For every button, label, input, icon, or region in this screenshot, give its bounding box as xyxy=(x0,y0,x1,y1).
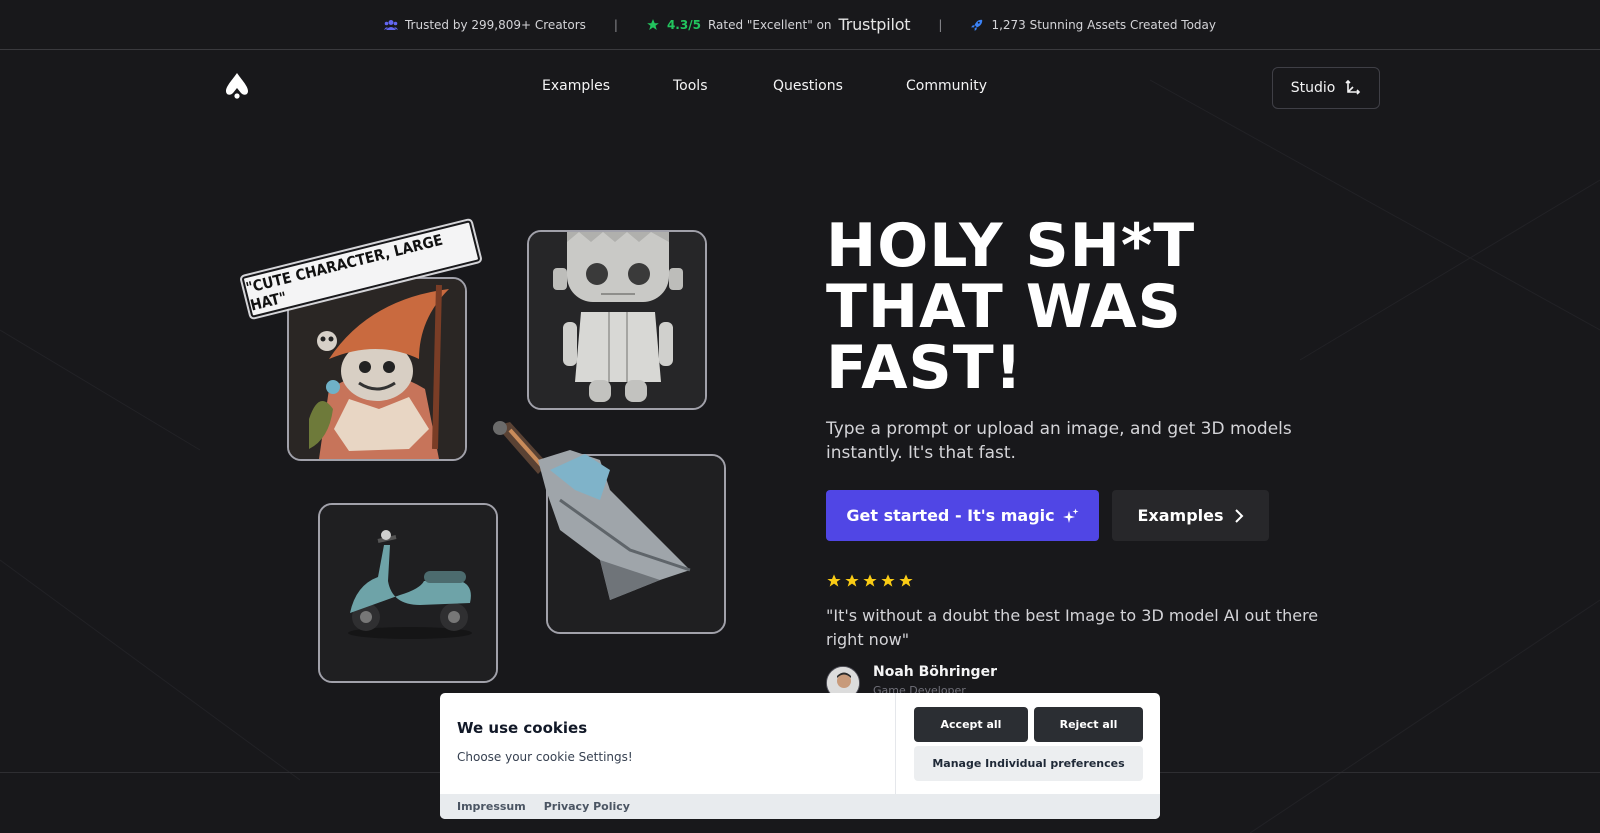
hero-subtitle: Type a prompt or upload an image, and ge… xyxy=(826,419,1292,463)
reject-all-button[interactable]: Reject all xyxy=(1034,707,1143,742)
studio-label: Studio xyxy=(1290,80,1336,96)
accept-all-button[interactable]: Accept all xyxy=(914,707,1028,742)
nav-item-community[interactable]: Community xyxy=(906,78,987,94)
star-icon xyxy=(863,574,877,587)
rating-text: Rated "Excellent" on xyxy=(707,17,832,32)
creators-count: Trusted by 299,809+ Creators xyxy=(383,17,586,32)
chevron-right-icon xyxy=(1234,508,1243,523)
nav-item-examples[interactable]: Examples xyxy=(542,78,610,94)
cookie-footer: Impressum Privacy Policy xyxy=(440,794,1160,819)
cookie-text-area: We use cookies Choose your cookie Settin… xyxy=(440,693,896,794)
headline-line-2: THAT WAS xyxy=(826,272,1182,342)
sparkles-icon xyxy=(1062,508,1079,523)
cookie-banner: We use cookies Choose your cookie Settin… xyxy=(440,693,1160,819)
author-name: Noah Böhringer xyxy=(873,664,997,680)
trustpilot-logo: Trustpilot xyxy=(838,15,911,34)
rating-stars xyxy=(826,573,914,589)
star-icon xyxy=(845,574,859,587)
privacy-policy-link[interactable]: Privacy Policy xyxy=(544,800,630,813)
sword-overlay-image xyxy=(493,421,691,600)
wizard-character-image xyxy=(289,279,465,459)
impressum-link[interactable]: Impressum xyxy=(457,800,526,813)
star-icon xyxy=(647,18,659,30)
assets-count: 1,273 Stunning Assets Created Today xyxy=(970,18,1216,32)
gallery-card-scooter[interactable] xyxy=(318,503,498,683)
frankenstein-figure-image xyxy=(529,232,705,408)
separator: | xyxy=(938,17,943,32)
separator: | xyxy=(613,17,618,32)
testimonial-quote: "It's without a doubt the best Image to … xyxy=(826,606,1319,649)
examples-button[interactable]: Examples xyxy=(1112,490,1269,541)
scooter-image xyxy=(320,505,496,681)
hero-headline: HOLY SH*T THAT WAS FAST! xyxy=(826,216,1346,399)
trustpilot-rating[interactable]: 4.3/5 Rated "Excellent" on Trustpilot xyxy=(646,15,911,34)
examples-label: Examples xyxy=(1137,506,1224,525)
nav-item-tools[interactable]: Tools xyxy=(673,78,708,94)
axis-arrows-icon xyxy=(1345,79,1361,95)
star-icon xyxy=(827,574,841,587)
assets-text: 1,273 Stunning Assets Created Today xyxy=(991,17,1216,32)
nav-item-questions[interactable]: Questions xyxy=(773,78,843,94)
star-icon xyxy=(899,574,913,587)
rocket-icon xyxy=(971,19,983,31)
gallery-card-frankenstein[interactable] xyxy=(527,230,707,410)
star-icon xyxy=(881,574,895,587)
creators-text: Trusted by 299,809+ Creators xyxy=(404,17,586,32)
users-icon xyxy=(383,19,398,30)
announcement-bar: Trusted by 299,809+ Creators | 4.3/5 Rat… xyxy=(0,0,1600,50)
cookie-title: We use cookies xyxy=(457,719,588,737)
headline-line-3: FAST! xyxy=(826,333,1024,403)
manage-preferences-button[interactable]: Manage Individual preferences xyxy=(914,746,1143,781)
studio-button[interactable]: Studio xyxy=(1272,67,1380,109)
rating-value: 4.3/5 xyxy=(666,17,701,32)
gallery-card-wizard[interactable] xyxy=(287,277,467,461)
get-started-label: Get started - It's magic xyxy=(846,506,1055,525)
headline-line-1: HOLY SH*T xyxy=(826,211,1196,281)
get-started-button[interactable]: Get started - It's magic xyxy=(826,490,1099,541)
cookie-description: Choose your cookie Settings! xyxy=(457,750,633,764)
